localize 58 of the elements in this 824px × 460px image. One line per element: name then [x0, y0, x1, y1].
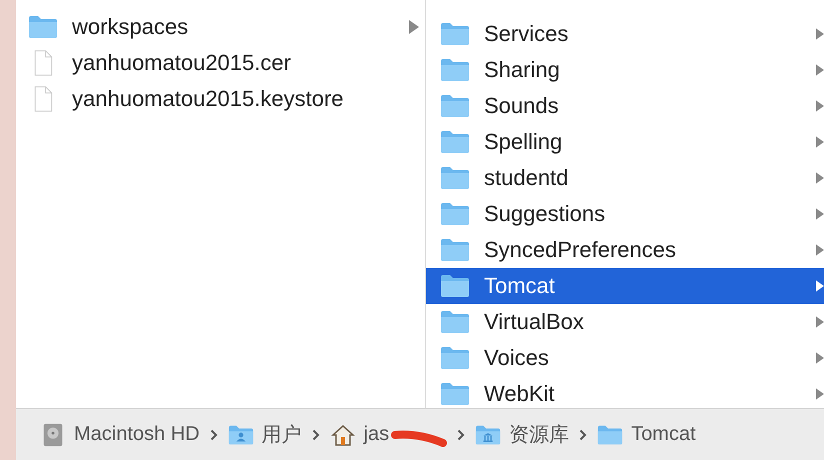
file-name: Voices	[484, 345, 549, 371]
file-name: WebKit	[484, 381, 555, 407]
folder-icon	[597, 422, 624, 446]
file-row[interactable]: Spelling	[426, 124, 824, 160]
file-row[interactable]: Services	[426, 16, 824, 52]
path-label: 用户	[262, 423, 302, 448]
path-label: Tomcat	[631, 423, 696, 446]
file-row[interactable]: Sounds	[426, 88, 824, 124]
folder-icon	[440, 345, 470, 371]
file-row[interactable]: workspaces	[16, 9, 425, 45]
folder-icon	[440, 129, 470, 155]
file-name: Spelling	[484, 129, 562, 155]
house-icon	[330, 422, 356, 446]
chevron-icon	[210, 428, 218, 440]
path-item[interactable]: 资源库	[475, 421, 570, 448]
folder-icon	[440, 273, 470, 299]
folder-icon	[440, 165, 470, 191]
file-row[interactable]: studentd	[426, 160, 824, 196]
file-name: Tomcat	[484, 273, 555, 299]
file-row[interactable]: Sharing	[426, 52, 824, 88]
file-name: Sharing	[484, 57, 560, 83]
file-name: Services	[484, 21, 568, 47]
library-folder-icon	[475, 422, 502, 446]
file-name: studentd	[484, 165, 568, 191]
folder-icon	[28, 14, 58, 40]
folder-icon	[440, 309, 470, 335]
user-folder-icon	[228, 422, 254, 446]
folder-icon	[440, 201, 470, 227]
folder-icon	[440, 237, 470, 263]
path-label: 资源库	[509, 423, 570, 448]
folder-icon	[440, 381, 470, 407]
file-row[interactable]: Tomcat	[426, 268, 824, 304]
folder-icon	[440, 57, 470, 83]
file-name: yanhuomatou2015.cer	[72, 50, 291, 76]
file-name: VirtualBox	[484, 309, 584, 335]
file-name: Suggestions	[484, 201, 606, 227]
file-row[interactable]: VirtualBox	[426, 304, 824, 340]
path-item[interactable]: 用户	[228, 421, 302, 448]
file-row[interactable]: SyncedPreferences	[426, 232, 824, 268]
file-row[interactable]: yanhuomatou2015.cer	[16, 45, 425, 81]
folder-icon	[440, 21, 470, 47]
path-item[interactable]: jas	[330, 422, 390, 446]
chevron-icon	[312, 428, 320, 440]
path-item[interactable]: Macintosh HD	[40, 422, 200, 446]
chevron-icon	[457, 428, 466, 440]
chevron-icon	[579, 428, 588, 440]
file-name: SyncedPreferences	[484, 237, 676, 263]
file-row[interactable]: Suggestions	[426, 196, 824, 232]
file-name: Sounds	[484, 93, 559, 119]
path-label: Macintosh HD	[74, 423, 200, 446]
path-item[interactable]: Tomcat	[597, 422, 696, 446]
file-name: yanhuomatou2015.keystore	[72, 86, 344, 112]
path-label: jas	[364, 423, 390, 446]
file-row[interactable]: yanhuomatou2015.keystore	[16, 81, 425, 117]
file-name: workspaces	[72, 14, 188, 40]
file-row[interactable]: Voices	[426, 340, 824, 376]
file-row[interactable]: WebKit	[426, 376, 824, 408]
folder-icon	[440, 93, 470, 119]
